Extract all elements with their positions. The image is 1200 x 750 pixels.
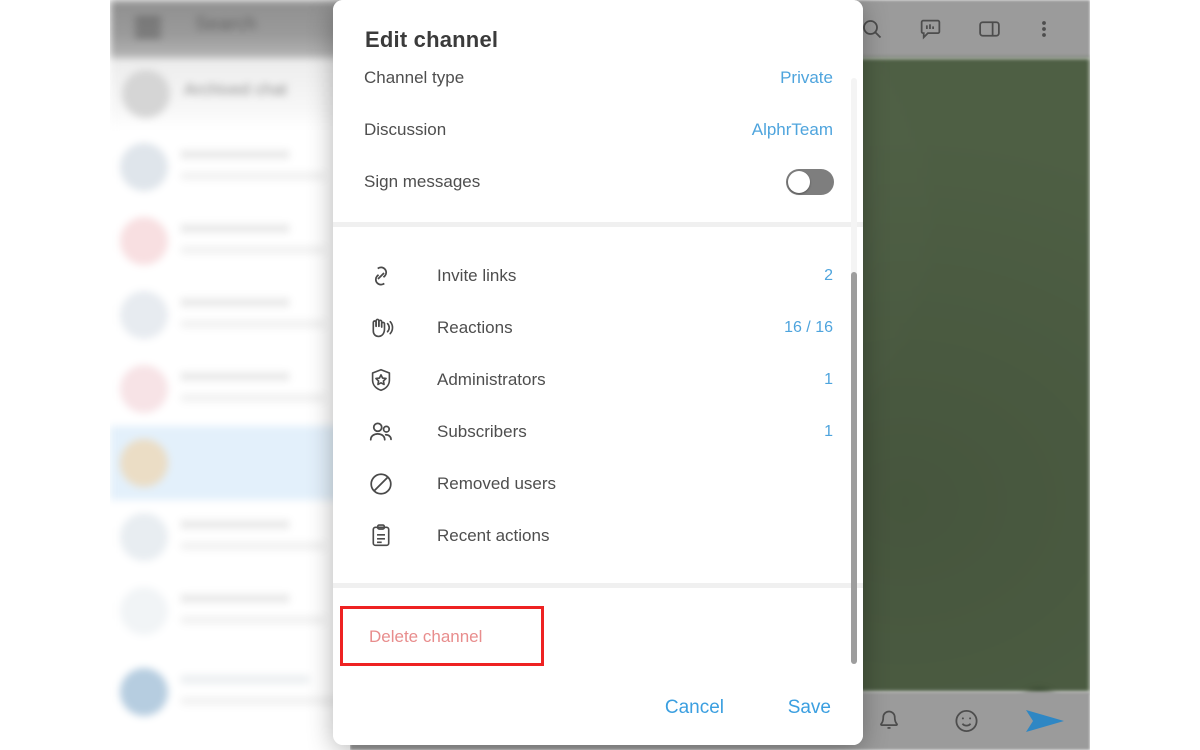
panel-toggle-icon[interactable] bbox=[977, 17, 1002, 42]
chat-name-placeholder bbox=[180, 298, 290, 307]
emoji-icon[interactable] bbox=[953, 708, 980, 735]
list-item[interactable] bbox=[110, 130, 350, 204]
search-input[interactable]: Search bbox=[195, 14, 256, 36]
list-row-count: 2 bbox=[824, 267, 833, 284]
chat-name-placeholder bbox=[180, 224, 290, 233]
administrators-shield-star-icon bbox=[367, 366, 395, 394]
avatar bbox=[120, 365, 168, 413]
recent-actions-clipboard-icon bbox=[367, 522, 395, 550]
avatar bbox=[120, 217, 168, 265]
sign-messages-toggle[interactable] bbox=[786, 169, 834, 195]
avatar bbox=[120, 587, 168, 635]
dialog-body[interactable]: Channel type Private Discussion AlphrTea… bbox=[333, 60, 863, 675]
avatar bbox=[120, 291, 168, 339]
settings-label: Sign messages bbox=[364, 172, 481, 191]
chat-preview-placeholder bbox=[180, 320, 325, 328]
invite-link-icon bbox=[367, 262, 395, 290]
list-item[interactable] bbox=[110, 352, 350, 426]
avatar bbox=[120, 513, 168, 561]
discussion-icon[interactable] bbox=[918, 17, 943, 42]
hamburger-menu-icon[interactable] bbox=[135, 18, 161, 38]
chat-preview-placeholder bbox=[180, 246, 325, 254]
section-divider bbox=[333, 222, 863, 227]
more-options-icon[interactable] bbox=[1034, 17, 1054, 41]
subscribers-people-icon bbox=[367, 418, 395, 446]
settings-row-discussion[interactable]: Discussion AlphrTeam bbox=[333, 104, 863, 156]
list-row-removed-users[interactable]: Removed users bbox=[333, 458, 863, 510]
chat-name-placeholder bbox=[180, 594, 290, 603]
toggle-knob bbox=[788, 171, 810, 193]
chat-preview-placeholder bbox=[180, 616, 325, 624]
list-item[interactable] bbox=[110, 204, 350, 278]
chat-preview-placeholder bbox=[180, 697, 340, 705]
section-divider bbox=[333, 583, 863, 588]
list-row-label: Invite links bbox=[437, 266, 517, 285]
list-item-selected[interactable] bbox=[110, 426, 350, 500]
archived-chats-row[interactable]: Archived chat bbox=[110, 58, 350, 130]
list-row-subscribers[interactable]: Subscribers 1 bbox=[333, 406, 863, 458]
chat-list-header: Search bbox=[110, 0, 350, 58]
chat-name-placeholder bbox=[180, 372, 290, 381]
send-icon[interactable] bbox=[1024, 706, 1066, 736]
composer-actions bbox=[840, 692, 1090, 750]
chat-list-sidebar[interactable]: Search Archived chat bbox=[110, 0, 350, 750]
settings-label: Channel type bbox=[364, 68, 465, 87]
list-row-count: 1 bbox=[824, 423, 833, 440]
list-row-invite-links[interactable]: Invite links 2 bbox=[333, 250, 863, 302]
dialog-title: Edit channel bbox=[365, 27, 499, 52]
list-row-label: Reactions bbox=[437, 318, 513, 337]
cancel-button[interactable]: Cancel bbox=[665, 697, 724, 719]
list-item[interactable] bbox=[110, 574, 350, 648]
list-row-label: Administrators bbox=[437, 370, 546, 389]
list-row-count: 1 bbox=[824, 371, 833, 388]
list-row-label: Removed users bbox=[437, 474, 557, 493]
dialog-footer: Cancel Save bbox=[333, 675, 863, 745]
save-button[interactable]: Save bbox=[788, 697, 831, 719]
archived-avatar bbox=[122, 70, 170, 118]
list-row-recent-actions[interactable]: Recent actions bbox=[333, 510, 863, 562]
chat-name-placeholder bbox=[180, 150, 290, 159]
chat-preview-placeholder bbox=[180, 172, 325, 180]
avatar bbox=[120, 143, 168, 191]
chat-preview-placeholder bbox=[180, 394, 325, 402]
settings-value: Private bbox=[780, 68, 833, 87]
conversation-header-actions bbox=[830, 0, 1090, 58]
archived-chats-label: Archived chat bbox=[184, 80, 287, 99]
list-row-label: Subscribers bbox=[437, 422, 527, 441]
chat-name-placeholder bbox=[180, 675, 310, 684]
reactions-hand-icon bbox=[367, 314, 395, 342]
list-row-administrators[interactable]: Administrators 1 bbox=[333, 354, 863, 406]
list-item[interactable] bbox=[110, 278, 350, 352]
avatar bbox=[120, 439, 168, 487]
delete-channel-button[interactable]: Delete channel bbox=[369, 627, 482, 647]
settings-row-channel-type[interactable]: Channel type Private bbox=[333, 60, 863, 104]
chat-name-placeholder bbox=[180, 520, 290, 529]
search-icon[interactable] bbox=[860, 17, 884, 41]
list-row-reactions[interactable]: Reactions 16 / 16 bbox=[333, 302, 863, 354]
settings-label: Discussion bbox=[364, 120, 447, 139]
list-row-label: Recent actions bbox=[437, 526, 550, 545]
dialog-header: Edit channel bbox=[333, 0, 863, 60]
settings-row-sign-messages[interactable]: Sign messages bbox=[333, 156, 863, 208]
list-item[interactable] bbox=[110, 655, 350, 729]
settings-value: AlphrTeam bbox=[751, 120, 833, 139]
edit-channel-dialog: Edit channel Channel type Private Discus… bbox=[333, 0, 863, 745]
delete-channel-row[interactable]: Delete channel bbox=[333, 611, 863, 663]
avatar bbox=[120, 668, 168, 716]
screen-root: Search Archived chat Edit channel Channe… bbox=[0, 0, 1200, 750]
bell-icon[interactable] bbox=[876, 708, 902, 734]
dialog-scrollbar-thumb[interactable] bbox=[851, 272, 857, 664]
list-item[interactable] bbox=[110, 500, 350, 574]
chat-preview-placeholder bbox=[180, 542, 325, 550]
removed-users-block-icon bbox=[367, 470, 395, 498]
list-row-count: 16 / 16 bbox=[784, 319, 833, 336]
